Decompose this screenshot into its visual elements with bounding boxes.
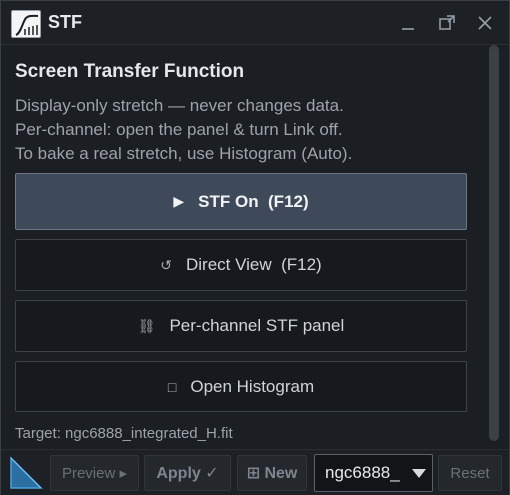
- close-icon: [478, 16, 492, 30]
- refresh-icon: ↺: [160, 256, 172, 273]
- restore-button[interactable]: [433, 9, 461, 37]
- stf-window: STF Screen Transfer Function Display-onl…: [0, 0, 510, 495]
- panel-heading: Screen Transfer Function: [15, 61, 245, 82]
- description-line-1: Display-only stretch — never changes dat…: [15, 96, 344, 115]
- per-channel-button[interactable]: ⛓ Per-channel STF panel: [15, 300, 467, 352]
- reset-button[interactable]: Reset: [438, 455, 502, 491]
- stf-curve-icon: [11, 10, 41, 38]
- target-image-select[interactable]: ngc6888_: [314, 454, 433, 492]
- open-histogram-label: Open Histogram: [190, 376, 315, 396]
- dropdown-arrow-icon: [412, 469, 426, 478]
- description-line-2: Per-channel: open the panel & turn Link …: [15, 120, 343, 139]
- apply-button[interactable]: Apply ✓: [144, 455, 231, 491]
- play-icon: ▶: [173, 193, 185, 209]
- open-histogram-button[interactable]: □ Open Histogram: [15, 361, 467, 412]
- minimize-button[interactable]: [394, 9, 422, 37]
- preview-label: Preview ▸: [61, 465, 128, 482]
- target-image-select-value: ngc6888_: [325, 463, 400, 482]
- direct-view-button[interactable]: ↺ Direct View (F12): [15, 239, 467, 291]
- bottom-toolbar: Preview ▸ Apply ✓ ⊞ New ngc6888_ Reset: [1, 449, 509, 495]
- description-line-3: To bake a real stretch, use Histogram (A…: [15, 144, 353, 163]
- scrollbar-thumb[interactable]: [489, 45, 499, 441]
- reset-label: Reset: [450, 464, 490, 482]
- stf-on-label: STF On (F12): [198, 191, 309, 211]
- restore-icon: [439, 15, 455, 30]
- close-button[interactable]: [471, 9, 499, 37]
- preview-button[interactable]: Preview ▸: [50, 455, 139, 491]
- square-icon: □: [167, 378, 177, 395]
- direct-view-label: Direct View (F12): [186, 255, 322, 274]
- chain-link-icon: ⛓: [137, 317, 156, 334]
- stf-on-button[interactable]: ▶ STF On (F12): [15, 173, 467, 230]
- new-button[interactable]: ⊞ New: [237, 455, 307, 491]
- per-channel-label: Per-channel STF panel: [169, 316, 345, 335]
- title-bar[interactable]: STF: [1, 1, 509, 45]
- new-label: ⊞ New: [246, 465, 298, 482]
- window-title: STF: [48, 12, 82, 32]
- new-instance-triangle-icon[interactable]: [8, 455, 44, 491]
- target-label: Target: ngc6888_integrated_H.fit: [15, 425, 233, 442]
- apply-label: Apply ✓: [156, 465, 219, 482]
- minimize-icon: [402, 28, 414, 30]
